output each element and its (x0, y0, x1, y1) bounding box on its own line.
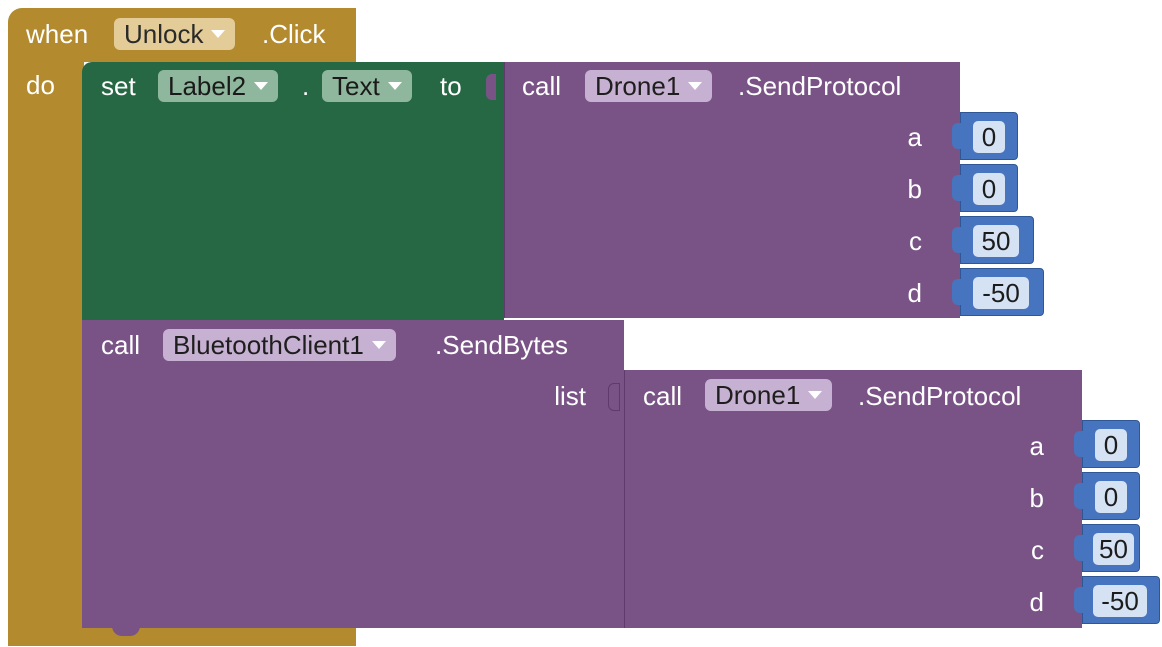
when-label: when (26, 19, 89, 49)
arg-label-b: b (907, 174, 922, 204)
number-field[interactable]: 50 (1093, 533, 1134, 565)
arg-label-d: d (1029, 587, 1044, 617)
component-name: Unlock (124, 19, 204, 49)
list-arg-label: list (554, 381, 586, 411)
number-field[interactable]: 0 (1095, 481, 1127, 513)
set-label: set (101, 71, 136, 101)
number-block-tab (952, 227, 964, 253)
method-name-label: .SendProtocol (738, 71, 902, 101)
number-block-a[interactable]: 0 (952, 112, 1018, 160)
number-block-tab (1074, 483, 1086, 509)
number-field[interactable]: -50 (1093, 585, 1147, 617)
number-field[interactable]: 0 (973, 121, 1005, 153)
number-block-tab (1074, 535, 1086, 561)
number-block-b[interactable]: 0 (952, 164, 1018, 212)
number-block-c[interactable]: 50 (952, 216, 1034, 264)
chevron-down-icon (688, 82, 703, 90)
number-block-d[interactable]: -50 (1074, 576, 1160, 624)
property-dropdown-text[interactable]: Text (322, 70, 412, 102)
event-name-label: .Click (262, 19, 326, 49)
set-value-socket (486, 74, 496, 100)
call-label: call (643, 381, 683, 411)
component-dropdown-bluetoothclient1[interactable]: BluetoothClient1 (163, 329, 396, 361)
component-name: Label2 (168, 71, 247, 101)
number-block-tab (1074, 431, 1086, 457)
component-dropdown-unlock[interactable]: Unlock (114, 18, 236, 50)
method-name-label: .SendProtocol (858, 381, 1022, 411)
arg-label-b: b (1029, 483, 1044, 513)
component-dropdown-drone1[interactable]: Drone1 (705, 379, 833, 411)
to-label: to (440, 71, 462, 101)
number-block-d[interactable]: -50 (952, 268, 1044, 316)
component-name: Drone1 (595, 71, 681, 101)
component-name: Drone1 (715, 380, 801, 410)
component-name: BluetoothClient1 (173, 330, 364, 360)
number-field[interactable]: 0 (973, 173, 1005, 205)
dot-label: . (302, 71, 310, 101)
chevron-down-icon (371, 341, 386, 349)
event-block-body (8, 60, 84, 646)
chevron-down-icon (387, 82, 402, 90)
call-label: call (101, 330, 141, 360)
call-bluetoothclient1-sendbytes-block[interactable] (82, 320, 624, 628)
call-label: call (522, 71, 562, 101)
number-block-a[interactable]: 0 (1074, 420, 1140, 468)
number-block-tab (952, 123, 964, 149)
component-dropdown-drone1[interactable]: Drone1 (585, 70, 713, 102)
property-name: Text (332, 71, 380, 101)
arg-label-a: a (1029, 431, 1044, 461)
arg-label-c: c (909, 226, 922, 256)
chevron-down-icon (211, 30, 226, 38)
do-label: do (26, 70, 55, 100)
arg-label-c: c (1031, 535, 1044, 565)
chevron-down-icon (808, 391, 823, 399)
chevron-down-icon (254, 82, 269, 90)
number-field[interactable]: 0 (1095, 429, 1127, 461)
list-value-socket (608, 383, 620, 411)
event-block-bottom (8, 628, 356, 646)
method-name-label: .SendBytes (435, 330, 568, 360)
component-dropdown-label2[interactable]: Label2 (158, 70, 279, 102)
number-field[interactable]: 50 (973, 225, 1019, 257)
number-block-tab (1074, 587, 1086, 613)
arg-label-d: d (907, 278, 922, 308)
number-field[interactable]: -50 (973, 277, 1029, 309)
number-block-tab (952, 175, 964, 201)
number-block-tab (952, 279, 964, 305)
arg-label-a: a (907, 122, 922, 152)
number-block-c[interactable]: 50 (1074, 524, 1140, 572)
number-block-b[interactable]: 0 (1074, 472, 1140, 520)
